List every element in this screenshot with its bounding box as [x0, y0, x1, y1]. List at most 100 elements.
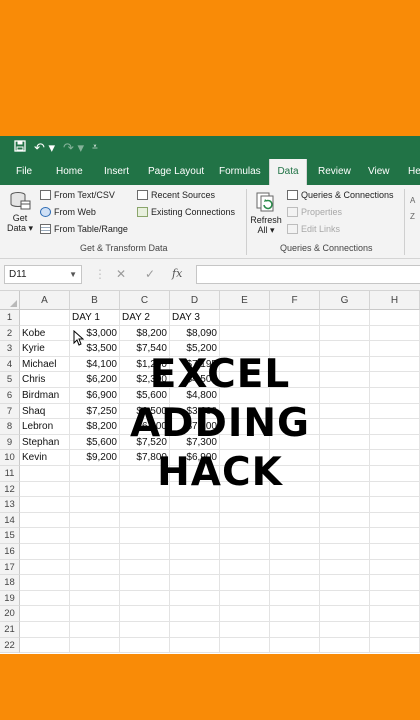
tab-file[interactable]: File — [16, 159, 32, 185]
from-table-range-button[interactable]: From Table/Range — [40, 224, 128, 234]
row-header-13[interactable]: 13 — [0, 497, 20, 513]
cell-d13[interactable] — [170, 497, 220, 513]
tab-data[interactable]: Data — [269, 159, 307, 185]
cell-c17[interactable] — [120, 559, 170, 576]
row-header-14[interactable]: 14 — [0, 512, 20, 529]
cell-c22[interactable] — [120, 637, 170, 654]
cell-h21[interactable] — [370, 622, 420, 638]
row-header-5[interactable]: 5 — [0, 372, 20, 388]
cell-d22[interactable] — [170, 637, 220, 654]
cell-h22[interactable] — [370, 637, 420, 654]
cell-a1[interactable] — [20, 310, 70, 326]
cell-f20[interactable] — [270, 606, 320, 622]
from-text-csv-button[interactable]: From Text/CSV — [40, 190, 115, 200]
enter-icon[interactable]: ✓ — [145, 267, 155, 281]
cell-h11[interactable] — [370, 466, 420, 482]
cell-b18[interactable] — [70, 575, 120, 591]
cell-d15[interactable] — [170, 528, 220, 544]
from-web-button[interactable]: From Web — [40, 207, 96, 217]
cell-c16[interactable] — [120, 544, 170, 560]
cell-a16[interactable] — [20, 544, 70, 560]
cell-g22[interactable] — [320, 637, 370, 654]
get-data-button[interactable]: Get Data ▾ — [6, 191, 34, 234]
cell-h6[interactable] — [370, 388, 420, 404]
cell-c1[interactable]: DAY 2 — [120, 310, 170, 326]
save-icon[interactable] — [14, 140, 26, 155]
cell-a18[interactable] — [20, 575, 70, 591]
cell-a2[interactable]: Kobe — [20, 325, 70, 342]
row-header-8[interactable]: 8 — [0, 419, 20, 435]
cancel-icon[interactable]: ✕ — [116, 267, 126, 281]
cell-e16[interactable] — [220, 544, 270, 560]
cell-h16[interactable] — [370, 544, 420, 560]
cell-a10[interactable]: Kevin — [20, 450, 70, 466]
column-header-f[interactable]: F — [270, 291, 320, 310]
cell-e22[interactable] — [220, 637, 270, 654]
cell-c15[interactable] — [120, 528, 170, 544]
cell-h17[interactable] — [370, 559, 420, 576]
cell-h19[interactable] — [370, 590, 420, 607]
cell-d17[interactable] — [170, 559, 220, 576]
cell-e20[interactable] — [220, 606, 270, 622]
cell-f14[interactable] — [270, 512, 320, 529]
row-header-1[interactable]: 1 — [0, 310, 20, 326]
cell-a20[interactable] — [20, 606, 70, 622]
row-header-20[interactable]: 20 — [0, 606, 20, 622]
cell-g14[interactable] — [320, 512, 370, 529]
cell-a3[interactable]: Kyrie — [20, 341, 70, 357]
cell-h2[interactable] — [370, 325, 420, 342]
cell-b20[interactable] — [70, 606, 120, 622]
row-header-9[interactable]: 9 — [0, 434, 20, 451]
cell-g18[interactable] — [320, 575, 370, 591]
cell-h8[interactable] — [370, 419, 420, 435]
cell-e2[interactable] — [220, 325, 270, 342]
cell-c21[interactable] — [120, 622, 170, 638]
cell-f22[interactable] — [270, 637, 320, 654]
sort-icon[interactable]: A Z — [410, 193, 415, 225]
cell-h5[interactable] — [370, 372, 420, 388]
tab-insert[interactable]: Insert — [104, 159, 129, 185]
cell-f18[interactable] — [270, 575, 320, 591]
column-header-d[interactable]: D — [170, 291, 220, 310]
row-header-21[interactable]: 21 — [0, 622, 20, 638]
cell-e19[interactable] — [220, 590, 270, 607]
row-header-22[interactable]: 22 — [0, 637, 20, 654]
tab-review[interactable]: Review — [318, 159, 351, 185]
row-header-6[interactable]: 6 — [0, 388, 20, 404]
column-header-c[interactable]: C — [120, 291, 170, 310]
column-header-e[interactable]: E — [220, 291, 270, 310]
cell-d2[interactable]: $8,090 — [170, 325, 220, 342]
cell-b19[interactable] — [70, 590, 120, 607]
cell-g19[interactable] — [320, 590, 370, 607]
cell-e1[interactable] — [220, 310, 270, 326]
customize-icon[interactable]: ⩡ — [92, 142, 98, 153]
cell-c14[interactable] — [120, 512, 170, 529]
tab-formulas[interactable]: Formulas — [219, 159, 261, 185]
cell-e21[interactable] — [220, 622, 270, 638]
insert-function-icon[interactable]: fx — [172, 267, 182, 280]
cell-d16[interactable] — [170, 544, 220, 560]
tab-page-layout[interactable]: Page Layout — [148, 159, 204, 185]
cell-h7[interactable] — [370, 403, 420, 420]
queries-connections-button[interactable]: Queries & Connections — [287, 190, 394, 200]
row-header-15[interactable]: 15 — [0, 528, 20, 544]
cell-g13[interactable] — [320, 497, 370, 513]
column-header-h[interactable]: H — [370, 291, 420, 310]
select-all-corner[interactable] — [0, 291, 20, 310]
name-box[interactable]: D11 ▼ — [4, 265, 82, 284]
cell-c2[interactable]: $8,200 — [120, 325, 170, 342]
recent-sources-button[interactable]: Recent Sources — [137, 190, 215, 200]
cell-b16[interactable] — [70, 544, 120, 560]
cell-h4[interactable] — [370, 356, 420, 373]
refresh-all-button[interactable]: Refresh All ▾ — [250, 191, 282, 236]
cell-a5[interactable]: Chris — [20, 372, 70, 388]
edit-links-button[interactable]: Edit Links — [287, 224, 340, 234]
row-header-7[interactable]: 7 — [0, 403, 20, 420]
cell-b15[interactable] — [70, 528, 120, 544]
cell-a12[interactable] — [20, 481, 70, 498]
cell-a6[interactable]: Birdman — [20, 388, 70, 404]
tab-help[interactable]: He — [408, 159, 420, 185]
cell-h14[interactable] — [370, 512, 420, 529]
existing-connections-button[interactable]: Existing Connections — [137, 207, 235, 217]
redo-icon[interactable]: ↷ ▾ — [63, 140, 84, 156]
